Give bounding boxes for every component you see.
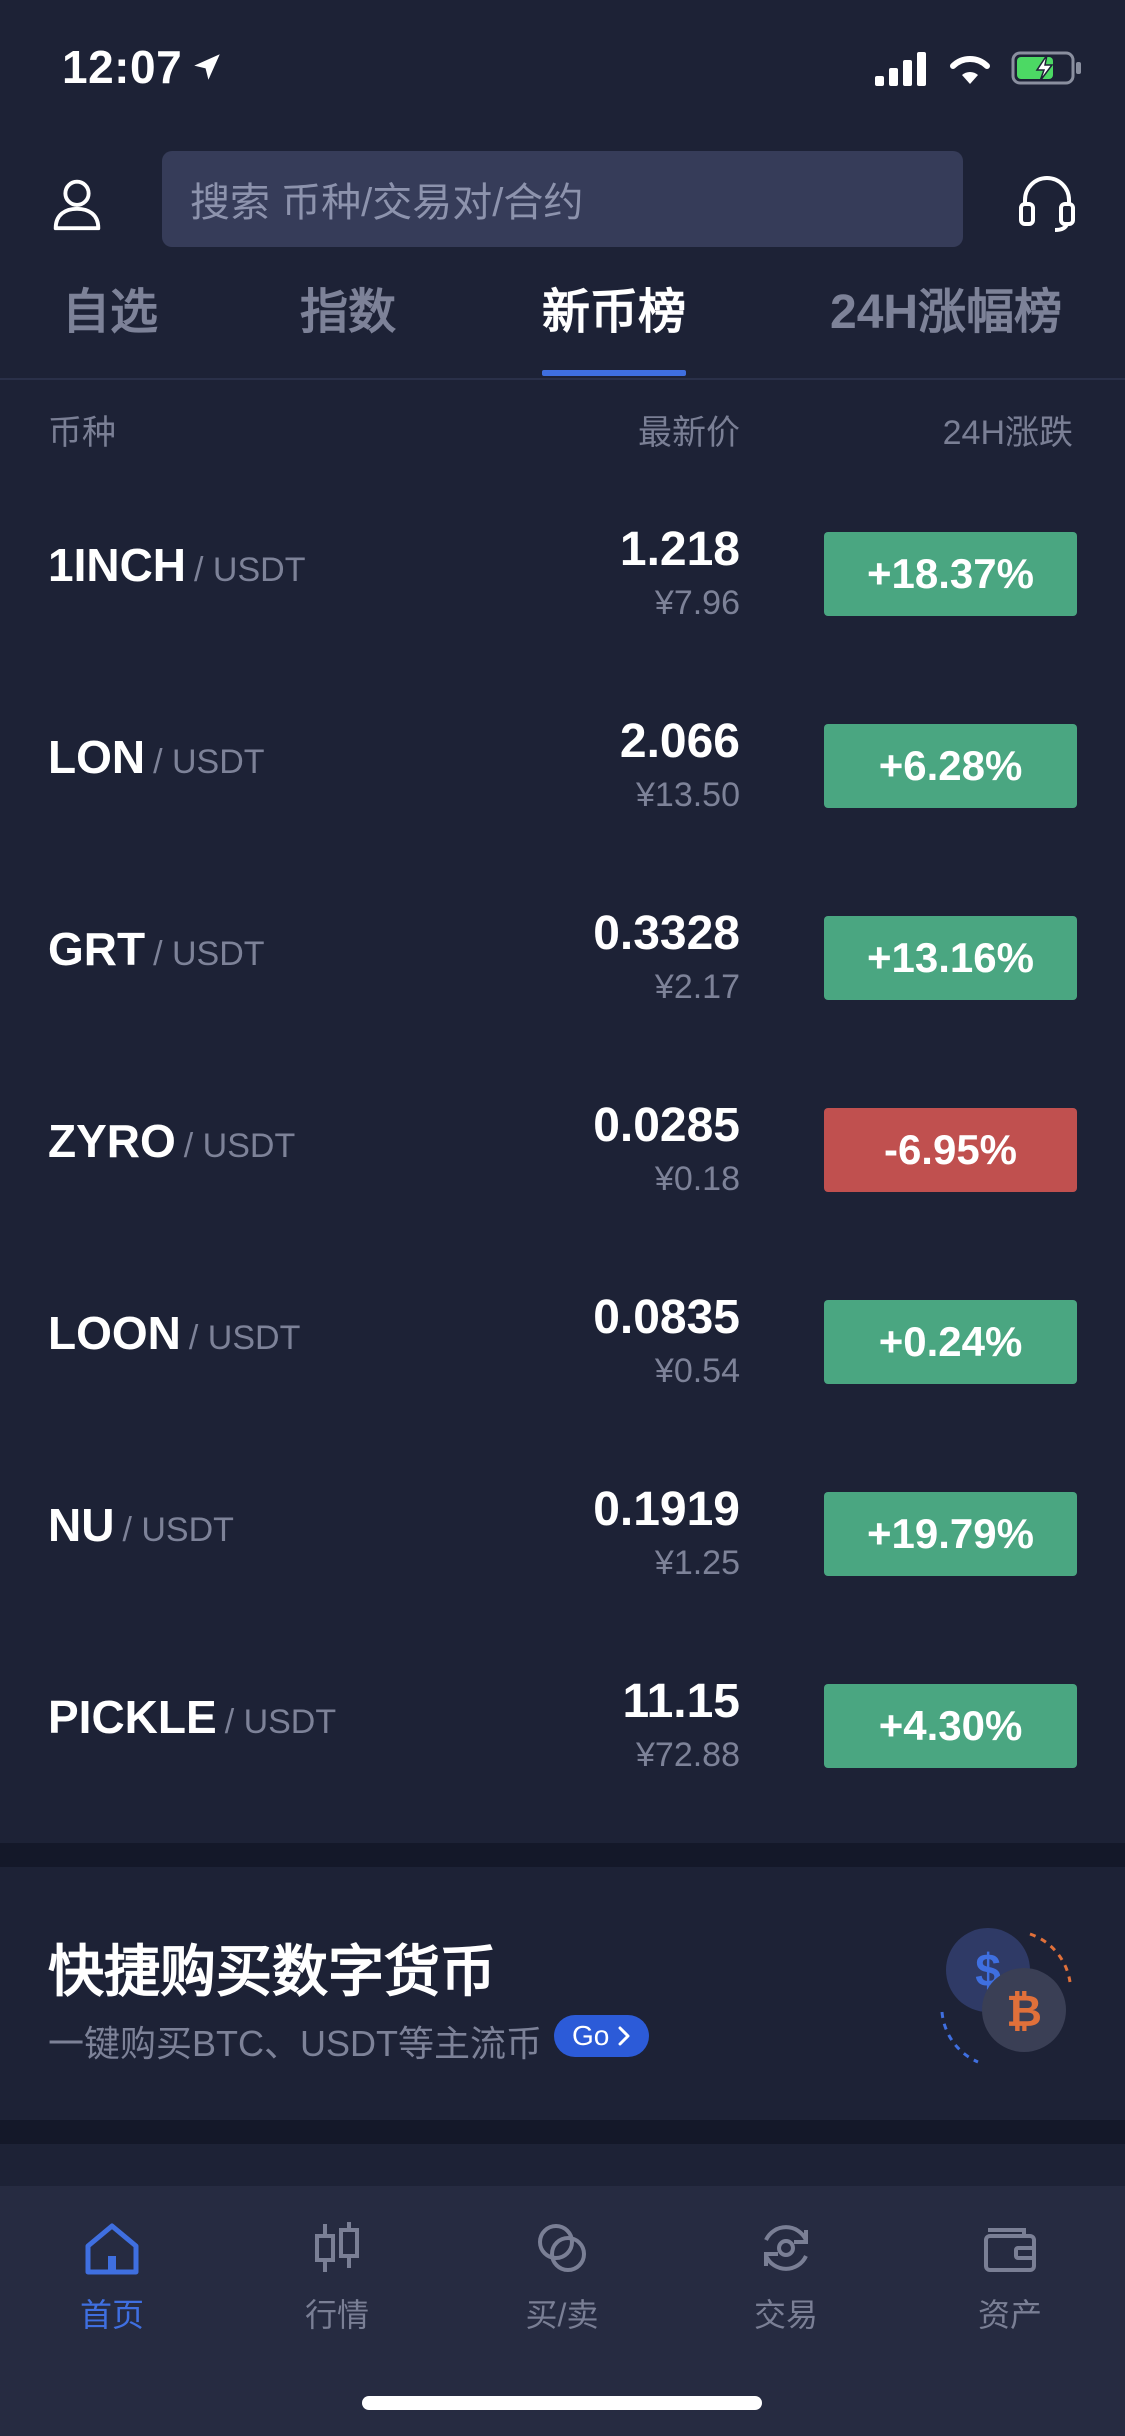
buy-sell-icon xyxy=(538,2224,586,2272)
nav-home[interactable]: 首页 xyxy=(32,2216,192,2346)
promo-title: 快捷购买数字货币 xyxy=(48,1940,496,2003)
trading-pair: PICKLE / USDT xyxy=(48,1690,336,1744)
header: 搜索 币种/交易对/合约 xyxy=(0,148,1125,248)
active-tab-indicator xyxy=(542,370,686,376)
last-price: 0.0285 xyxy=(593,1099,740,1152)
base-symbol: LON xyxy=(48,731,146,783)
cny-price: ¥0.54 xyxy=(654,1352,740,1390)
change-badge: +19.79% xyxy=(824,1492,1077,1576)
last-price: 0.1919 xyxy=(593,1483,740,1536)
last-price: 0.3328 xyxy=(593,907,740,960)
base-symbol: PICKLE xyxy=(48,1691,217,1743)
nav-assets[interactable]: 资产 xyxy=(930,2216,1090,2346)
trading-pair: LOON / USDT xyxy=(48,1306,300,1360)
trade-icon xyxy=(764,2225,808,2271)
go-label: Go xyxy=(572,2020,610,2051)
last-price: 1.218 xyxy=(619,523,740,576)
trading-pair: ZYRO / USDT xyxy=(48,1114,295,1168)
market-tabs: 自选 指数 新币榜 24H涨幅榜 xyxy=(0,260,1125,380)
nav-trade[interactable]: 交易 xyxy=(706,2216,866,2346)
base-symbol: NU xyxy=(48,1499,115,1551)
table-row[interactable]: LOON / USDT 0.0835 ¥0.54 +0.24% xyxy=(0,1268,1125,1460)
cny-price: ¥2.17 xyxy=(654,968,740,1006)
home-icon xyxy=(85,2223,139,2275)
table-row[interactable]: NU / USDT 0.1919 ¥1.25 +19.79% xyxy=(0,1460,1125,1652)
nav-assets-label: 资产 xyxy=(977,2297,1042,2333)
trading-pair: 1INCH / USDT xyxy=(48,538,305,592)
change-badge: +0.24% xyxy=(824,1300,1077,1384)
wifi-icon xyxy=(950,55,990,84)
cny-price: ¥72.88 xyxy=(636,1736,740,1774)
quote-symbol: / USDT xyxy=(188,1319,301,1357)
column-header-coin: 币种 xyxy=(48,414,116,452)
column-header-price: 最新价 xyxy=(638,414,740,452)
crypto-coins-icon: $ ₿ xyxy=(940,1928,1072,2064)
table-row[interactable]: GRT / USDT 0.3328 ¥2.17 +13.16% xyxy=(0,884,1125,1076)
quote-symbol: / USDT xyxy=(224,1703,337,1741)
quote-symbol: / USDT xyxy=(153,743,265,781)
battery-icon xyxy=(1011,51,1081,85)
nav-home-label: 首页 xyxy=(79,2297,144,2333)
promo-subtitle: 一键购买BTC、USDT等主流币 xyxy=(48,2023,542,2064)
base-symbol: 1INCH xyxy=(48,539,187,591)
change-badge: -6.95% xyxy=(824,1108,1077,1192)
candlestick-icon xyxy=(315,2222,359,2272)
search-input[interactable]: 搜索 币种/交易对/合约 xyxy=(162,151,963,247)
nav-buy-sell-label: 买/卖 xyxy=(525,2297,599,2333)
user-icon[interactable] xyxy=(46,172,108,234)
table-row[interactable]: PICKLE / USDT 11.15 ¥72.88 +4.30% xyxy=(0,1652,1125,1844)
change-badge: +13.16% xyxy=(824,916,1077,1000)
search-placeholder: 搜索 币种/交易对/合约 xyxy=(190,181,584,225)
last-price: 11.15 xyxy=(622,1675,740,1728)
nav-trade-label: 交易 xyxy=(753,2297,818,2333)
go-button[interactable]: Go xyxy=(554,2015,650,2057)
quote-symbol: / USDT xyxy=(122,1511,234,1549)
table-row[interactable]: LON / USDT 2.066 ¥13.50 +6.28% xyxy=(0,692,1125,884)
cny-price: ¥1.25 xyxy=(654,1544,740,1582)
tab-index[interactable]: 指数 xyxy=(300,272,396,342)
signal-icon xyxy=(875,52,926,86)
home-indicator xyxy=(362,2396,762,2410)
status-bar: 12:07 xyxy=(0,0,1125,140)
headset-icon[interactable] xyxy=(1015,170,1079,234)
location-arrow-icon xyxy=(194,54,220,80)
chevron-right-icon xyxy=(618,2026,630,2046)
cny-price: ¥7.96 xyxy=(654,584,740,622)
base-symbol: LOON xyxy=(48,1307,181,1359)
tab-new-coins[interactable]: 新币榜 xyxy=(542,272,686,342)
change-badge: +6.28% xyxy=(824,724,1077,808)
tab-24h-gainers[interactable]: 24H涨幅榜 xyxy=(830,272,1062,342)
quote-symbol: / USDT xyxy=(194,551,306,589)
section-divider xyxy=(0,1843,1125,1867)
trading-pair: NU / USDT xyxy=(48,1498,234,1552)
trading-pair: LON / USDT xyxy=(48,730,265,784)
status-time: 12:07 xyxy=(62,41,183,93)
table-row[interactable]: 1INCH / USDT 1.218 ¥7.96 +18.37% xyxy=(0,500,1125,692)
base-symbol: ZYRO xyxy=(48,1115,176,1167)
trading-pair: GRT / USDT xyxy=(48,922,265,976)
last-price: 2.066 xyxy=(619,715,740,768)
app-screen: 12:07 搜索 币种/交易对/合约 自选 指数 新币榜 24H涨幅榜 币种 最… xyxy=(0,0,1125,2436)
last-price: 0.0835 xyxy=(593,1291,740,1344)
nav-market[interactable]: 行情 xyxy=(257,2216,417,2346)
change-badge: +18.37% xyxy=(824,532,1077,616)
status-indicators xyxy=(875,48,1083,88)
svg-text:₿: ₿ xyxy=(1006,1987,1042,2036)
quote-symbol: / USDT xyxy=(153,935,265,973)
column-header-change: 24H涨跌 xyxy=(942,414,1073,452)
quick-buy-banner[interactable]: 快捷购买数字货币 一键购买BTC、USDT等主流币 Go $ ₿ xyxy=(0,1867,1125,2120)
wallet-icon xyxy=(984,2228,1036,2272)
nav-market-label: 行情 xyxy=(304,2297,369,2333)
cny-price: ¥13.50 xyxy=(636,776,740,814)
base-symbol: GRT xyxy=(48,923,146,975)
table-row[interactable]: ZYRO / USDT 0.0285 ¥0.18 -6.95% xyxy=(0,1076,1125,1268)
nav-buy-sell[interactable]: 买/卖 xyxy=(482,2216,642,2346)
tab-favorites[interactable]: 自选 xyxy=(62,272,158,342)
quote-symbol: / USDT xyxy=(183,1127,296,1165)
cny-price: ¥0.18 xyxy=(654,1160,740,1198)
section-divider xyxy=(0,2120,1125,2144)
change-badge: +4.30% xyxy=(824,1684,1077,1768)
